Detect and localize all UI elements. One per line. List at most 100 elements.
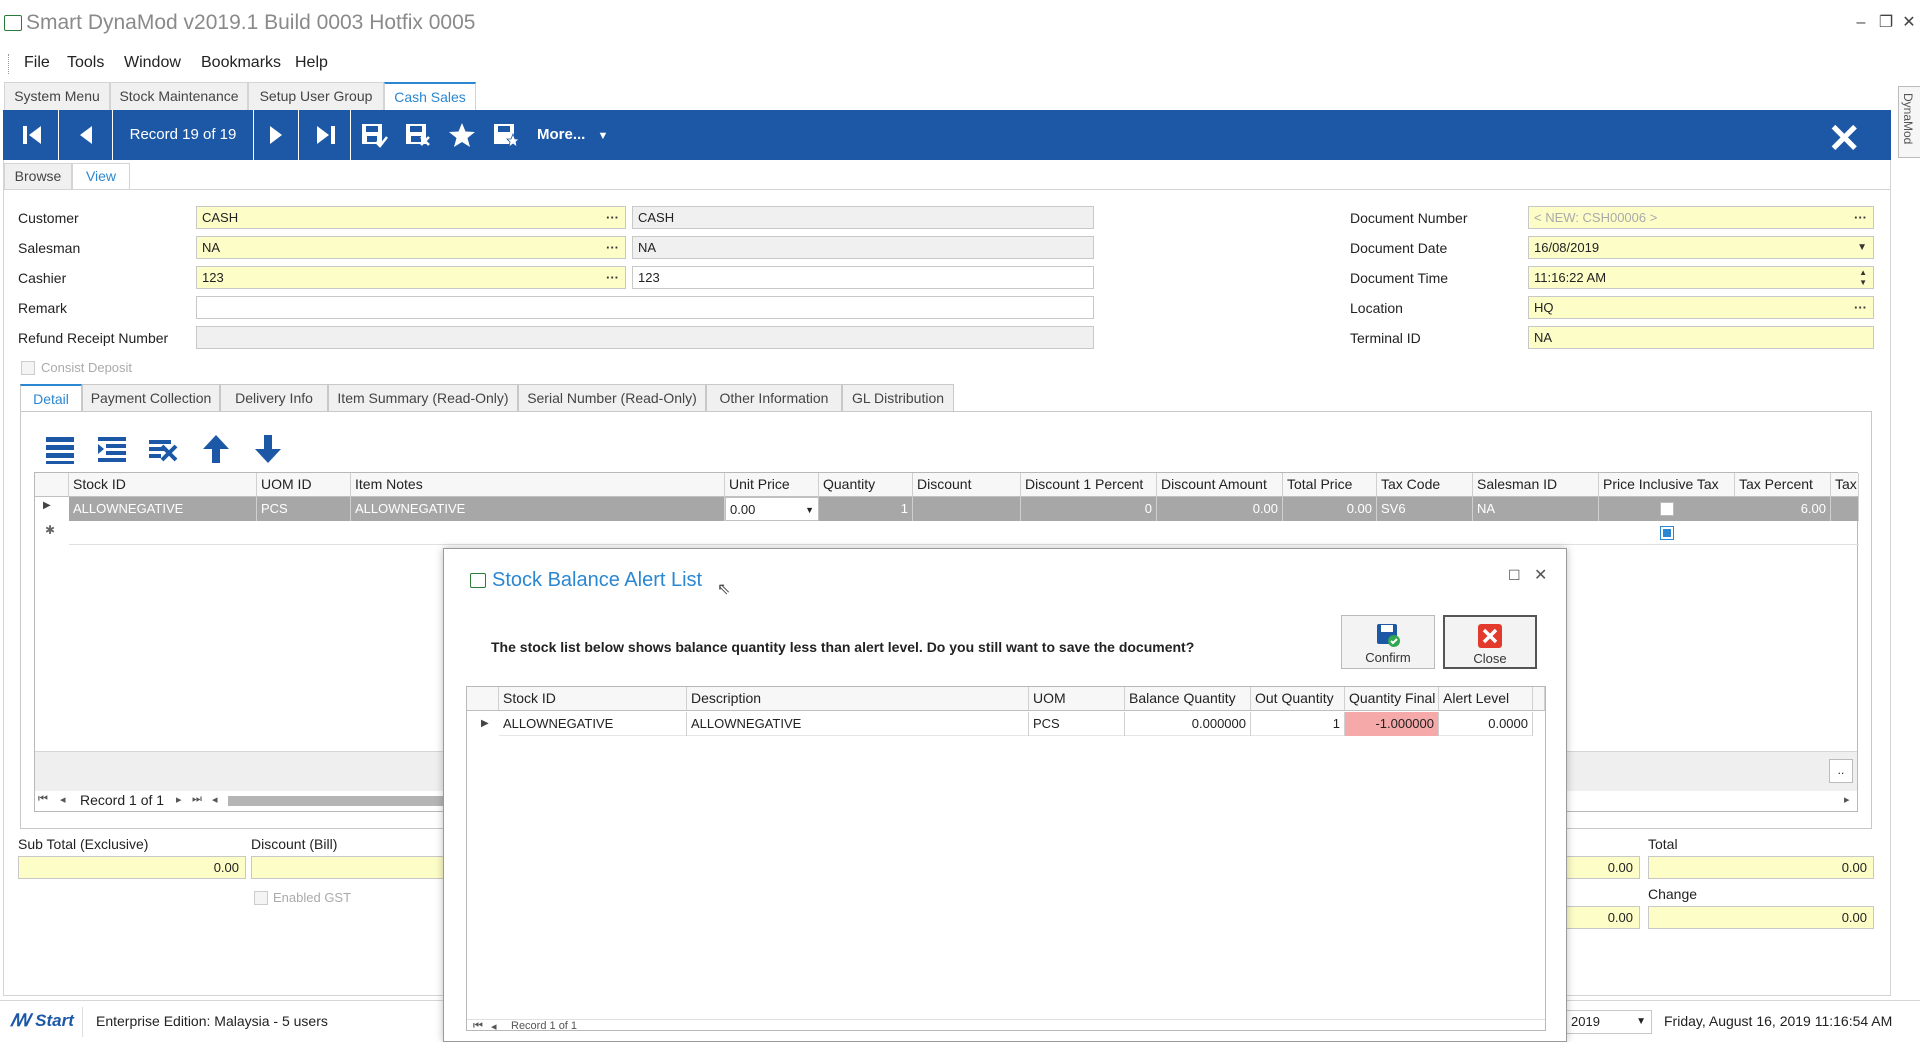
close-window-icon[interactable]: ✕ [1898,12,1920,34]
year-select[interactable]: 2019 ▼ [1566,1010,1652,1034]
indent-row-icon[interactable] [94,432,130,466]
alert-cell-out-quantity[interactable]: 1 [1251,712,1345,736]
col-uom-id[interactable]: UOM ID [257,473,351,497]
dialog-close-icon[interactable]: ✕ [1534,565,1547,585]
col-discount[interactable]: Discount [913,473,1021,497]
cell-discount[interactable] [913,497,1021,521]
alert-col-description[interactable]: Description [687,687,1029,711]
cell-discount1-percent[interactable]: 0 [1021,497,1157,521]
save-close-icon[interactable] [397,110,439,160]
menu-bookmarks[interactable]: Bookmarks [201,54,281,72]
last-record-icon[interactable] [299,110,351,160]
nav-prev-icon[interactable]: ◂ [491,1020,497,1031]
enabled-gst-checkbox[interactable] [254,891,268,905]
discount-bill-field[interactable] [251,856,451,879]
menu-tools[interactable]: Tools [67,54,104,72]
spin-icon[interactable]: ▲ ▼ [1859,268,1867,288]
lookup-ellipsis-icon[interactable]: ··· [606,237,619,258]
alert-col-balance-quantity[interactable]: Balance Quantity [1125,687,1251,711]
alert-cell-alert-level[interactable]: 0.0000 [1439,712,1533,736]
menu-window[interactable]: Window [124,54,181,72]
maximize-icon[interactable]: ☐ [1508,567,1521,584]
salesman-code-field[interactable]: NA ··· [196,236,626,259]
cell-unit-price[interactable]: 0.00 ▼ [725,497,819,521]
tab-delivery-info[interactable]: Delivery Info [220,384,328,412]
close-button[interactable]: Close [1443,615,1537,669]
move-up-icon[interactable] [198,432,234,466]
chevron-down-icon[interactable]: ▼ [805,498,814,520]
start-button[interactable]: ꟿ Start [10,1011,74,1031]
new-row-checkbox[interactable] [1660,526,1674,540]
cell-uom-id[interactable]: PCS [257,497,351,521]
col-discount-amount[interactable]: Discount Amount [1157,473,1283,497]
tab-cash-sales[interactable]: Cash Sales [384,82,476,110]
scroll-right-icon[interactable]: ▸ [1844,793,1850,806]
col-tax-percent[interactable]: Tax Percent [1735,473,1831,497]
lookup-ellipsis-icon[interactable]: ··· [606,207,619,228]
more-dropdown[interactable]: More... ▼ [537,110,608,160]
tab-system-menu[interactable]: System Menu [4,82,110,110]
close-document-icon[interactable]: ✕ [1827,116,1861,162]
move-down-icon[interactable] [250,432,286,466]
menu-help[interactable]: Help [295,54,328,72]
side-tab-dynamod[interactable]: DynaMod [1898,86,1920,158]
cell-salesman-id[interactable]: NA [1473,497,1599,521]
customer-code-field[interactable]: CASH ··· [196,206,626,229]
alert-col-quantity-final[interactable]: Quantity Final [1345,687,1439,711]
alert-cell-stock-id[interactable]: ALLOWNEGATIVE [499,712,687,736]
cell-stock-id[interactable]: ALLOWNEGATIVE [69,497,257,521]
terminal-id-field[interactable]: NA [1528,326,1874,349]
alert-col-stock-id[interactable]: Stock ID [499,687,687,711]
col-tax[interactable]: Tax [1831,473,1859,497]
tab-serial-number[interactable]: Serial Number (Read-Only) [518,384,706,412]
alert-col-uom[interactable]: UOM [1029,687,1125,711]
col-salesman-id[interactable]: Salesman ID [1473,473,1599,497]
col-item-notes[interactable]: Item Notes [351,473,725,497]
tab-detail[interactable]: Detail [20,384,82,412]
tab-payment-collection[interactable]: Payment Collection [82,384,220,412]
tab-item-summary[interactable]: Item Summary (Read-Only) [328,384,518,412]
consist-deposit-checkbox[interactable] [21,361,35,375]
cashier-code-field[interactable]: 123 ··· [196,266,626,289]
alert-cell-balance-quantity[interactable]: 0.000000 [1125,712,1251,736]
first-record-icon[interactable] [7,110,59,160]
document-time-field[interactable]: 11:16:22 AM ▲ ▼ [1528,266,1874,289]
alert-cell-description[interactable]: ALLOWNEGATIVE [687,712,1029,736]
confirm-button[interactable]: Confirm [1341,615,1435,669]
cell-item-notes[interactable]: ALLOWNEGATIVE [351,497,725,521]
chevron-down-icon[interactable]: ▼ [1857,237,1867,258]
price-inclusive-tax-checkbox[interactable] [1660,502,1674,516]
tab-browse[interactable]: Browse [4,163,72,189]
new-row[interactable] [69,521,1859,545]
lookup-ellipsis-icon[interactable]: ··· [1854,207,1867,228]
cell-tax[interactable] [1831,497,1859,521]
minimize-icon[interactable]: – [1850,12,1872,34]
cell-quantity[interactable]: 1 [819,497,913,521]
tab-other-information[interactable]: Other Information [706,384,842,412]
col-tax-code[interactable]: Tax Code [1377,473,1473,497]
alert-col-alert-level[interactable]: Alert Level [1439,687,1533,711]
insert-row-icon[interactable] [42,432,78,466]
cell-tax-percent[interactable]: 6.00 [1735,497,1831,521]
alert-cell-quantity-final[interactable]: -1.000000 [1345,712,1439,736]
col-total-price[interactable]: Total Price [1283,473,1377,497]
nav-first-icon[interactable]: ⏮ [38,793,48,806]
cell-tax-code[interactable]: SV6 [1377,497,1473,521]
alert-cell-uom[interactable]: PCS [1029,712,1125,736]
restore-icon[interactable]: ❐ [1875,12,1897,34]
tab-gl-distribution[interactable]: GL Distribution [842,384,954,412]
location-field[interactable]: HQ ··· [1528,296,1874,319]
tab-stock-maintenance[interactable]: Stock Maintenance [110,82,248,110]
nav-first-icon[interactable]: ⏮ [473,1020,483,1031]
delete-row-icon[interactable] [146,432,182,466]
col-unit-price[interactable]: Unit Price [725,473,819,497]
horizontal-scrollbar[interactable] [228,796,448,806]
star-icon[interactable] [441,110,483,160]
nav-next-icon[interactable]: ▸ [176,793,182,806]
next-record-icon[interactable] [253,110,299,160]
cell-discount-amount[interactable]: 0.00 [1157,497,1283,521]
cell-total-price[interactable]: 0.00 [1283,497,1377,521]
nav-last-icon[interactable]: ⏭ [192,793,202,806]
save-icon[interactable] [353,110,395,160]
prev-record-icon[interactable] [59,110,113,160]
